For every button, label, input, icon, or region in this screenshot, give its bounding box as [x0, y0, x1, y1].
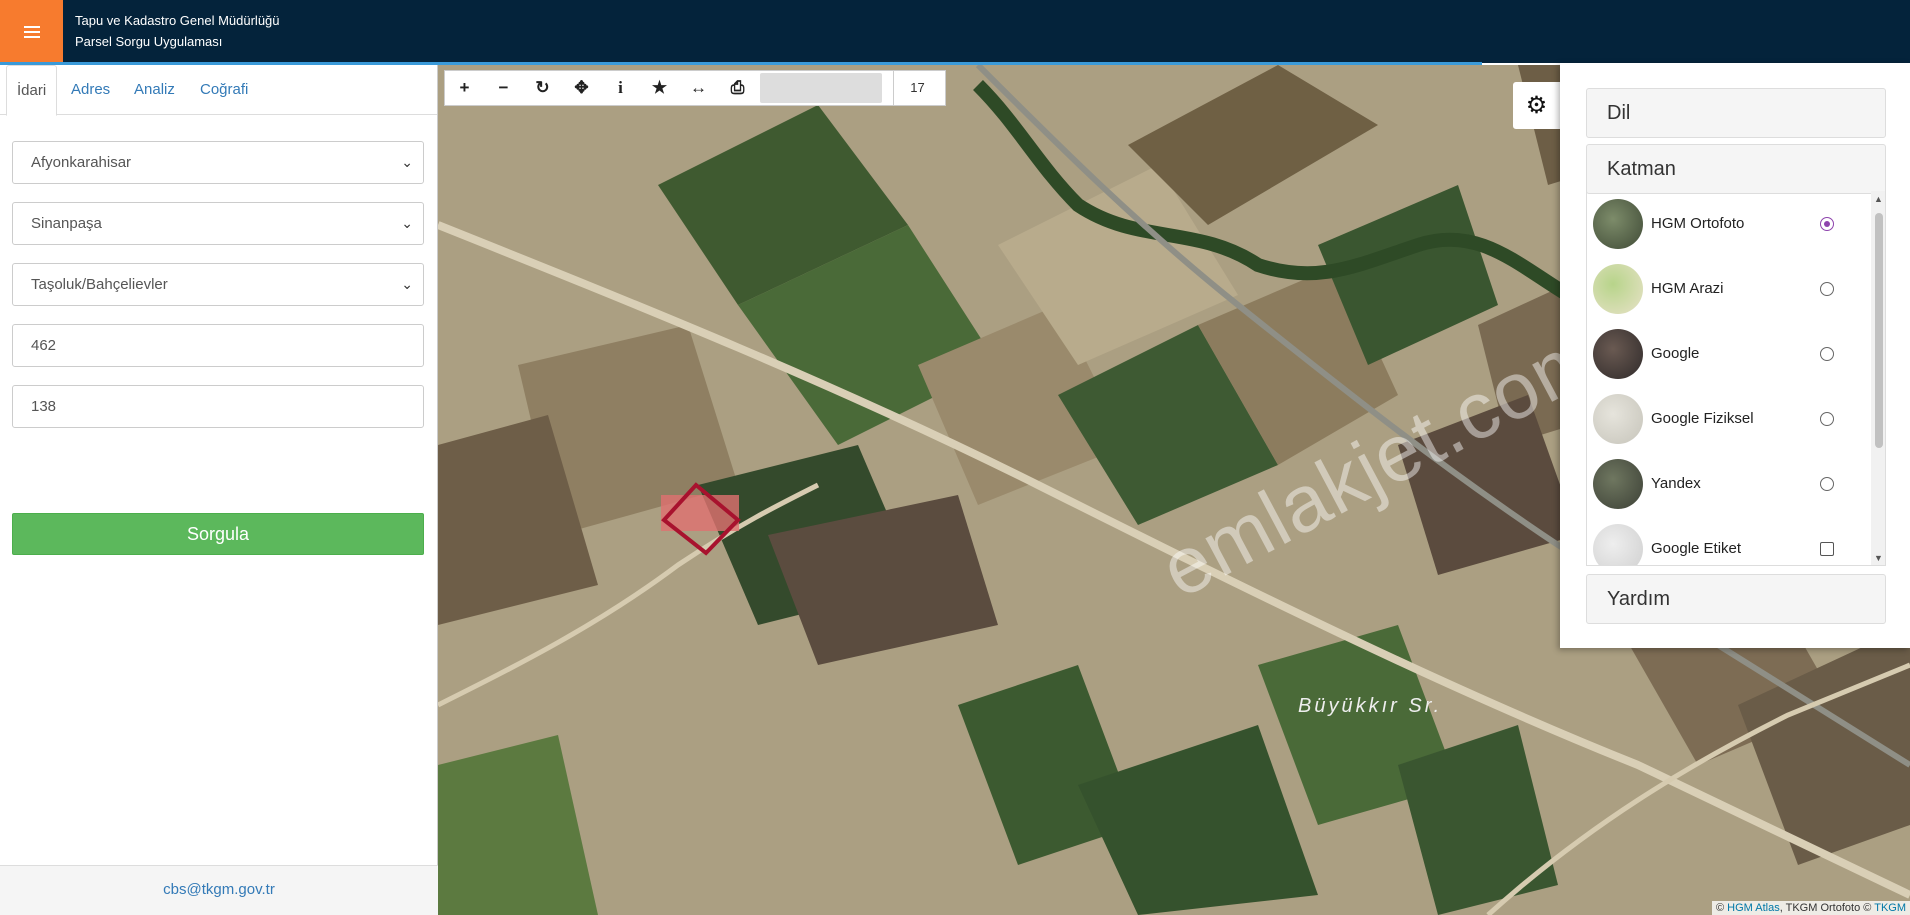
- layer-thumbnail: [1593, 459, 1643, 509]
- coordinate-box: [760, 73, 882, 103]
- chevron-down-icon: ⌄: [401, 276, 413, 292]
- print-icon[interactable]: ⎙: [718, 70, 757, 106]
- star-icon[interactable]: ★: [640, 70, 679, 106]
- zoom-level: 17: [893, 70, 941, 106]
- parcel-no-input[interactable]: 138: [12, 385, 424, 428]
- app-title-line1: Tapu ve Kadastro Genel Müdürlüğü: [75, 13, 280, 28]
- tab-cografi[interactable]: Coğrafi: [190, 65, 258, 115]
- layer-radio[interactable]: [1820, 477, 1834, 491]
- map-attribution: © HGM Atlas, TKGM Ortofoto © TKGM: [1711, 901, 1910, 915]
- layer-list: HGM Ortofoto HGM Arazi Google Google Fiz…: [1586, 191, 1886, 566]
- scrollbar-thumb[interactable]: [1875, 213, 1883, 448]
- layer-checkbox[interactable]: [1820, 542, 1834, 556]
- layer-name: Google Etiket: [1651, 540, 1742, 557]
- locate-icon[interactable]: ✥: [562, 70, 601, 106]
- top-header: Tapu ve Kadastro Genel Müdürlüğü Parsel …: [0, 0, 1910, 63]
- district-select[interactable]: Sinanpaşa ⌄: [12, 202, 424, 245]
- layer-radio[interactable]: [1820, 412, 1834, 426]
- neighborhood-value: Taşoluk/Bahçelievler: [31, 276, 168, 293]
- district-value: Sinanpaşa: [31, 215, 102, 232]
- layer-item[interactable]: HGM Ortofoto: [1587, 191, 1870, 256]
- layer-name: HGM Ortofoto: [1651, 215, 1745, 232]
- neighborhood-select[interactable]: Taşoluk/Bahçelievler ⌄: [12, 263, 424, 306]
- layer-item[interactable]: Google Etiket: [1587, 516, 1870, 565]
- attribution-mid: , TKGM Ortofoto ©: [1779, 902, 1875, 914]
- query-panel: İdari Adres Analiz Coğrafi Afyonkarahisa…: [0, 65, 438, 915]
- accordion-help[interactable]: Yardım: [1586, 574, 1886, 624]
- layer-item[interactable]: Google Fiziksel: [1587, 386, 1870, 451]
- query-button[interactable]: Sorgula: [12, 513, 424, 555]
- layer-name: Google: [1651, 345, 1700, 362]
- chevron-down-icon: ⌄: [401, 154, 413, 170]
- layer-radio[interactable]: [1820, 282, 1834, 296]
- zoom-out-icon[interactable]: −: [484, 70, 523, 106]
- info-icon[interactable]: i: [601, 70, 640, 106]
- layer-thumbnail: [1593, 199, 1643, 249]
- scroll-up-icon[interactable]: ▲: [1874, 194, 1883, 204]
- layer-name: Google Fiziksel: [1651, 410, 1754, 427]
- layer-thumbnail: [1593, 329, 1643, 379]
- layer-list-scrollbar[interactable]: ▲ ▼: [1871, 191, 1885, 565]
- layer-item[interactable]: Yandex: [1587, 451, 1870, 516]
- map-toolbar: + − ↻ ✥ i ★ ↔ ⎙ 17: [444, 70, 946, 106]
- layer-item[interactable]: HGM Arazi: [1587, 256, 1870, 321]
- footer-email-link[interactable]: cbs@tkgm.gov.tr: [0, 865, 438, 915]
- layer-name: Yandex: [1651, 475, 1701, 492]
- block-no-value: 462: [31, 337, 57, 354]
- attribution-link-tkgm[interactable]: TKGM: [1874, 902, 1906, 914]
- block-no-input[interactable]: 462: [12, 324, 424, 367]
- attribution-link-hgm[interactable]: HGM Atlas: [1727, 902, 1780, 914]
- layer-radio[interactable]: [1820, 217, 1834, 231]
- accordion-language[interactable]: Dil: [1586, 88, 1886, 138]
- layer-radio[interactable]: [1820, 347, 1834, 361]
- zoom-in-icon[interactable]: +: [445, 70, 484, 106]
- parcel-no-value: 138: [31, 398, 57, 415]
- scroll-down-icon[interactable]: ▼: [1874, 553, 1883, 563]
- tab-idari[interactable]: İdari: [6, 65, 58, 116]
- layer-item[interactable]: Google: [1587, 321, 1870, 386]
- refresh-icon[interactable]: ↻: [523, 70, 562, 106]
- app-title: Tapu ve Kadastro Genel Müdürlüğü Parsel …: [75, 10, 280, 52]
- province-select[interactable]: Afyonkarahisar ⌄: [12, 141, 424, 184]
- layer-thumbnail: [1593, 394, 1643, 444]
- place-label: Büyükkır Sr.: [1298, 695, 1443, 717]
- gear-icon[interactable]: ⚙: [1513, 82, 1560, 129]
- chevron-down-icon: ⌄: [401, 215, 413, 231]
- app-title-line2: Parsel Sorgu Uygulaması: [75, 34, 223, 49]
- tab-adres[interactable]: Adres: [61, 65, 120, 115]
- attribution-prefix: ©: [1715, 902, 1728, 914]
- measure-icon[interactable]: ↔: [679, 70, 718, 106]
- tab-analiz[interactable]: Analiz: [124, 65, 185, 115]
- hamburger-menu-icon[interactable]: [0, 0, 63, 63]
- layer-thumbnail: [1593, 524, 1643, 565]
- query-tabs: İdari Adres Analiz Coğrafi: [0, 65, 437, 116]
- layer-thumbnail: [1593, 264, 1643, 314]
- province-value: Afyonkarahisar: [31, 154, 132, 171]
- settings-panel: Dil Katman HGM Ortofoto HGM Arazi Google…: [1560, 63, 1910, 648]
- accordion-layer[interactable]: Katman: [1586, 144, 1886, 194]
- layer-name: HGM Arazi: [1651, 280, 1724, 297]
